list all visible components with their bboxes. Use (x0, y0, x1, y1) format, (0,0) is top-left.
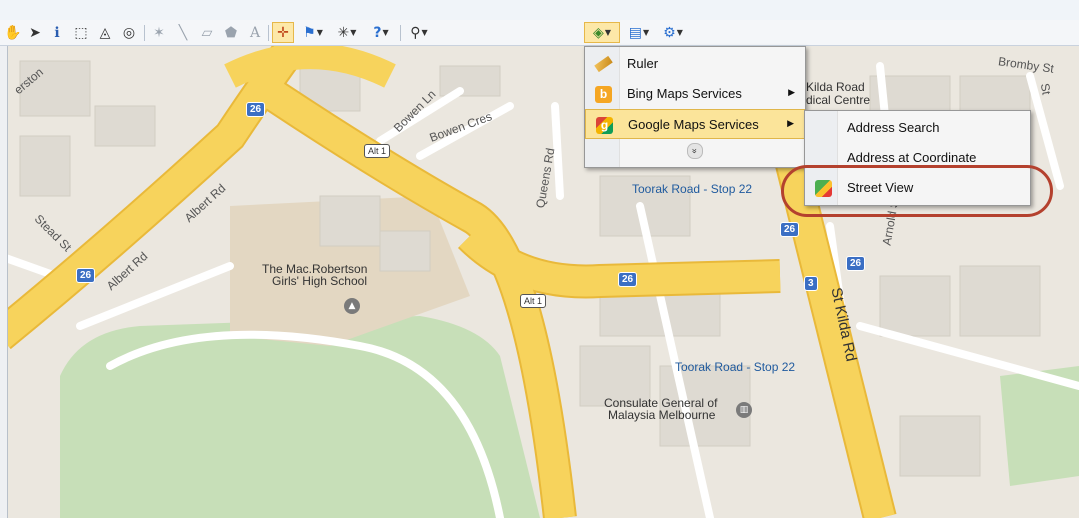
find-dropdown-button[interactable]: ⚲ ▼ (404, 22, 434, 43)
select-rectangle-button[interactable]: ⬚ (72, 22, 90, 43)
menu-item-bing-maps-services[interactable]: b Bing Maps Services ▶ (585, 79, 805, 109)
street-label: St (1037, 82, 1054, 96)
route-shield: 26 (846, 256, 866, 271)
select-tool-button[interactable]: ➤ (26, 22, 44, 43)
route-shield: 26 (246, 102, 266, 117)
select-radius-icon: ◎ (122, 24, 136, 41)
menu-item-label: Address Search (847, 120, 940, 135)
menu-item-label: Address at Coordinate (847, 150, 977, 165)
help-icon: ? (373, 24, 382, 41)
layers-dropdown-button[interactable]: ▤ ▼ (624, 22, 654, 43)
web-services-dropdown-button[interactable]: ◈ ▼ (584, 22, 620, 43)
select-polygon-icon: ◬ (99, 24, 111, 41)
poi-label: dical Centre (806, 93, 871, 107)
toolbar-separator (144, 25, 145, 41)
menu-item-address-search[interactable]: Address Search (805, 113, 1030, 143)
draw-point-icon: ✶ (153, 24, 165, 41)
tram-stop-label: Toorak Road - Stop 22 (632, 182, 753, 196)
select-polygon-button[interactable]: ◬ (96, 22, 114, 43)
draw-polygon-icon: ▱ (201, 24, 213, 41)
school-icon: ▲ (344, 298, 360, 314)
dropdown-arrow-icon: ▼ (676, 28, 683, 37)
consulate-icon: ▥ (736, 402, 752, 418)
chevron-double-down-icon: » (687, 143, 703, 159)
menu-item-label: Bing Maps Services (627, 86, 742, 101)
draw-polygon-button[interactable]: ▱ (198, 22, 216, 43)
menu-item-label: Ruler (627, 56, 659, 71)
draw-line-button[interactable]: ╲ (174, 22, 192, 43)
toolbar-separator (400, 25, 401, 41)
route-shield: 3 (804, 276, 818, 291)
alt-route-marker: Alt 1 (520, 294, 547, 308)
route-shield: 26 (780, 222, 800, 237)
google-icon: g (596, 117, 613, 134)
dropdown-arrow-icon: ▼ (350, 28, 357, 37)
text-icon: A (249, 24, 261, 41)
annotation-highlight-ring (781, 165, 1053, 217)
tram-stop-label: Toorak Road - Stop 22 (675, 360, 796, 374)
toolbar-separator (268, 25, 269, 41)
select-rectangle-icon: ⬚ (74, 24, 88, 41)
binoculars-icon: ⚲ (410, 24, 421, 41)
dropdown-arrow-icon: ▼ (643, 28, 650, 37)
poi-label: Girls' High School (272, 274, 367, 288)
menu-expand-button[interactable]: » (585, 137, 805, 165)
menu-item-google-maps-services[interactable]: g Google Maps Services ▶ (585, 109, 805, 139)
web-services-icon: ◈ (593, 24, 604, 41)
menu-item-label: Google Maps Services (628, 117, 759, 132)
help-dropdown-button[interactable]: ? ▼ (366, 22, 396, 43)
settings-dropdown-button[interactable]: ⚙ ▼ (658, 22, 688, 43)
dropdown-arrow-icon: ▼ (421, 28, 428, 37)
arrow-cursor-icon: ➤ (29, 24, 41, 41)
alt-route-marker: Alt 1 (364, 144, 391, 158)
bing-icon: b (595, 86, 612, 103)
sparkle-dropdown-button[interactable]: ✳ ▼ (332, 22, 362, 43)
poi-label: Kilda Road (806, 80, 865, 94)
crosshair-add-icon: ✛ (277, 24, 289, 41)
add-point-button[interactable]: ✛ (272, 22, 294, 43)
draw-shape-icon: ⬟ (224, 24, 238, 41)
draw-text-button[interactable]: A (246, 22, 264, 43)
menu-item-ruler[interactable]: Ruler (585, 49, 805, 79)
map-toolbar: ✋ ➤ ℹ ⬚ ◬ ◎ ✶ ╲ ▱ ⬟ A ✛ ⚑ ▼ ✳ ▼ ? ▼ ⚲ ▼ ◈ ▼ ▤… (0, 20, 1079, 46)
ruler-icon (594, 55, 613, 73)
draw-point-button[interactable]: ✶ (150, 22, 168, 43)
submenu-arrow-icon: ▶ (788, 87, 795, 97)
dropdown-arrow-icon: ▼ (316, 28, 323, 37)
info-icon: ℹ (54, 24, 60, 41)
flag-dropdown-button[interactable]: ⚑ ▼ (298, 22, 328, 43)
pan-tool-button[interactable]: ✋ (4, 22, 22, 43)
park-area (60, 316, 540, 518)
route-shield: 26 (76, 268, 96, 283)
poi-label: Malaysia Melbourne (608, 408, 716, 422)
info-tool-button[interactable]: ℹ (48, 22, 66, 43)
layers-icon: ▤ (628, 24, 643, 41)
dropdown-arrow-icon: ▼ (604, 28, 611, 37)
web-services-menu: Ruler b Bing Maps Services ▶ g Google Ma… (584, 46, 806, 168)
dropdown-arrow-icon: ▼ (382, 28, 389, 37)
sparkle-icon: ✳ (337, 24, 350, 41)
hand-icon: ✋ (4, 24, 22, 41)
select-radius-button[interactable]: ◎ (120, 22, 138, 43)
window-left-edge (0, 46, 8, 518)
submenu-arrow-icon: ▶ (787, 118, 794, 128)
route-shield: 26 (618, 272, 638, 287)
draw-shape-button[interactable]: ⬟ (222, 22, 240, 43)
window-top-strip (0, 0, 1079, 21)
draw-line-icon: ╲ (178, 24, 188, 41)
settings-icon: ⚙ (663, 24, 676, 41)
flag-icon: ⚑ (303, 24, 316, 41)
